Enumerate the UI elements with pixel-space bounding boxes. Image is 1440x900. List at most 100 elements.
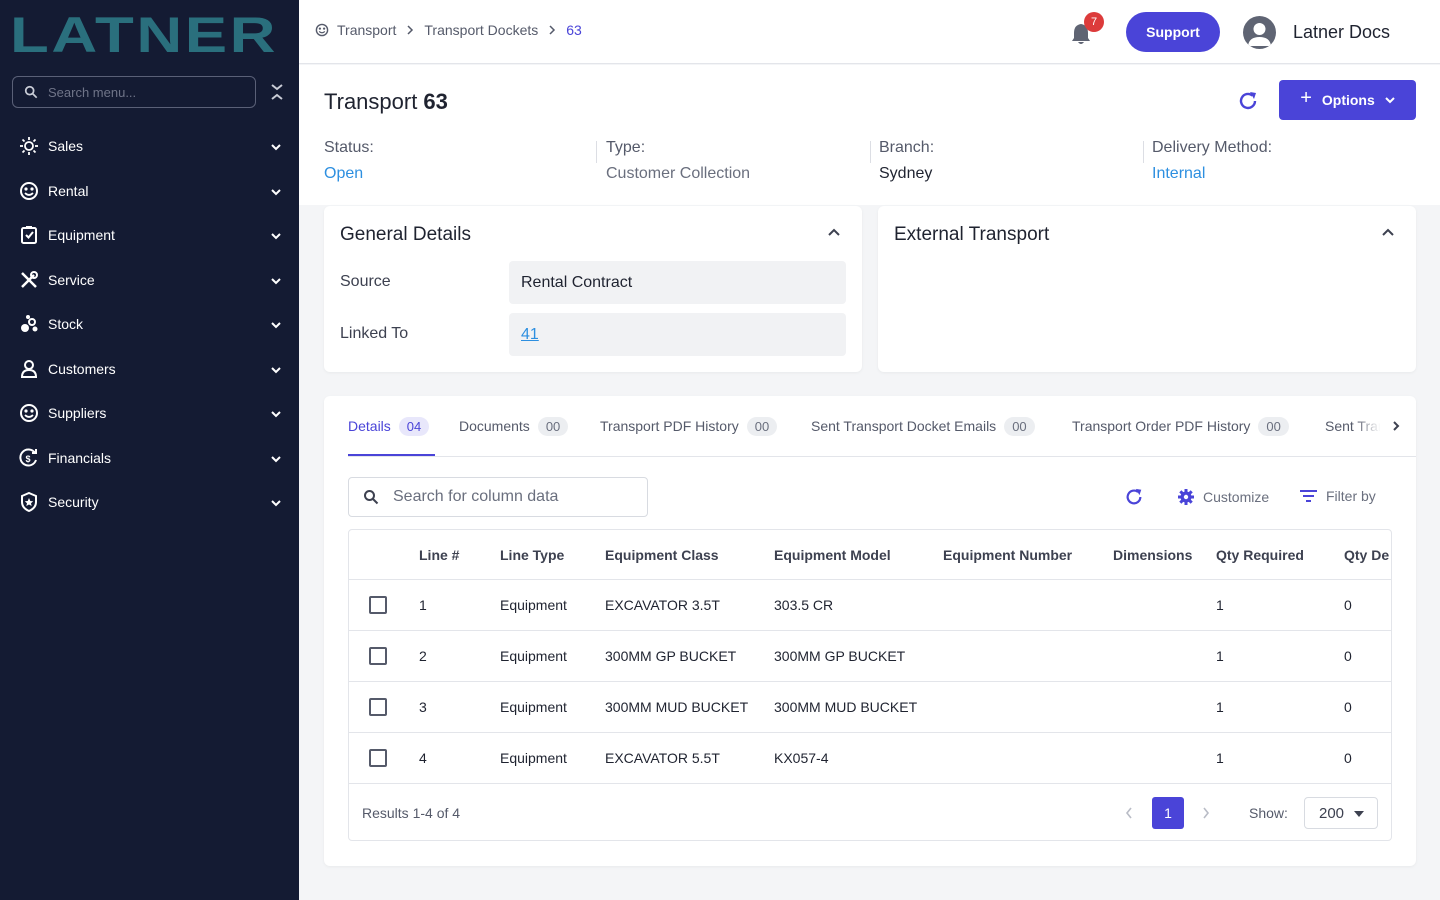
tab-transport-pdf-history[interactable]: Transport PDF History 00 [600, 416, 778, 436]
sidebar-item-label: Sales [48, 138, 84, 155]
filter-label: Filter by [1326, 488, 1376, 504]
row-checkbox[interactable] [369, 749, 387, 767]
column-header[interactable]: Equipment Number [943, 547, 1072, 563]
equipment-icon [18, 224, 40, 246]
tab-label: Transport PDF History [600, 418, 739, 434]
rental-icon [18, 180, 40, 202]
sidebar-item-service[interactable]: Service [0, 258, 299, 303]
equipment-class-cell: 300MM MUD BUCKET [605, 699, 749, 715]
qty-required-cell: 1 [1216, 699, 1224, 715]
sidebar-item-label: Financials [48, 449, 112, 466]
sidebar-item-financials[interactable]: $ Financials [0, 436, 299, 481]
latner-logo[interactable]: LATNER [10, 10, 280, 56]
sidebar-item-suppliers[interactable]: Suppliers [0, 391, 299, 436]
chevron-down-icon [271, 188, 281, 195]
tab-details[interactable]: Details 04 [348, 416, 430, 436]
sidebar-item-customers[interactable]: Customers [0, 347, 299, 392]
qty-required-cell: 1 [1216, 648, 1224, 664]
sidebar-item-stock[interactable]: Stock [0, 302, 299, 347]
table-footer: Results 1-4 of 4 1 Show: 200 [349, 785, 1391, 840]
sidebar-item-equipment[interactable]: Equipment [0, 213, 299, 258]
chevron-down-icon [271, 366, 281, 373]
external-transport-card: External Transport [878, 206, 1416, 372]
lines-card: Details 04 Documents 00 Transport PDF Hist… [324, 396, 1416, 866]
breadcrumb-current: 63 [566, 22, 582, 38]
meta-label: Branch: [879, 139, 935, 156]
menu-search-input[interactable]: Search menu... [12, 76, 256, 108]
sidebar-item-security[interactable]: Security [0, 480, 299, 525]
sidebar-item-label: Customers [48, 360, 116, 377]
qty-delivered-cell: 0 [1344, 699, 1352, 715]
card-title: General Details [340, 224, 471, 245]
column-header[interactable]: Qty De [1344, 547, 1389, 563]
row-checkbox[interactable] [369, 647, 387, 665]
chevron-down-icon [1385, 97, 1395, 104]
customize-button[interactable]: Customize [1177, 488, 1269, 506]
column-header[interactable]: Qty Required [1216, 547, 1304, 563]
page-size-select[interactable]: 200 [1304, 797, 1378, 829]
chevron-up-icon[interactable] [1381, 227, 1395, 237]
chevron-up-icon[interactable] [827, 227, 841, 237]
active-tab-indicator [348, 454, 435, 456]
column-header[interactable]: Equipment Model [774, 547, 891, 563]
breadcrumb-transport[interactable]: Transport [337, 22, 396, 38]
tab-label: Documents [459, 418, 530, 434]
meta-label: Status: [324, 139, 374, 156]
sidebar-item-rental[interactable]: Rental [0, 169, 299, 214]
support-button[interactable]: Support [1126, 12, 1220, 52]
user-name[interactable]: Latner Docs [1293, 22, 1390, 43]
meta-divider [1143, 141, 1144, 163]
table-row[interactable]: 1 Equipment EXCAVATOR 3.5T 303.5 CR 1 0 [349, 580, 1391, 631]
line-type-cell: Equipment [500, 597, 567, 613]
sidebar-item-label: Security [48, 494, 99, 511]
linked-to-field: 41 [509, 313, 846, 356]
tab-label: Transport Order PDF History [1072, 418, 1251, 434]
linked-to-label: Linked To [340, 325, 409, 342]
column-header[interactable]: Line # [419, 547, 459, 563]
table-row[interactable]: 4 Equipment EXCAVATOR 5.5T KX057-4 1 0 [349, 733, 1391, 784]
avatar[interactable] [1243, 16, 1276, 49]
column-header[interactable]: Dimensions [1113, 547, 1192, 563]
transport-icon [315, 23, 329, 37]
line-number-cell: 4 [419, 750, 427, 766]
row-checkbox[interactable] [369, 596, 387, 614]
breadcrumb-transport-dockets[interactable]: Transport Dockets [424, 22, 538, 38]
meta-branch: Branch: Sydney [879, 139, 934, 185]
chevron-down-icon [271, 233, 281, 240]
page-button-current[interactable]: 1 [1152, 797, 1184, 829]
sidebar: LATNER Search menu... Sales Rental Equip… [0, 0, 299, 900]
chevron-right-icon[interactable] [1202, 807, 1210, 819]
filter-by-button[interactable]: Filter by [1300, 488, 1376, 504]
sidebar-item-sales[interactable]: Sales [0, 124, 299, 169]
plus-icon: + [1300, 87, 1312, 109]
line-number-cell: 3 [419, 699, 427, 715]
refresh-icon[interactable] [1237, 90, 1259, 112]
tab-documents[interactable]: Documents 00 [459, 416, 569, 436]
chevron-left-icon[interactable] [1125, 807, 1133, 819]
breadcrumb: Transport Transport Dockets 63 [315, 22, 582, 38]
equipment-class-cell: EXCAVATOR 5.5T [605, 750, 720, 766]
branch-value: Sydney [879, 165, 933, 182]
customize-label: Customize [1203, 489, 1270, 505]
table-row[interactable]: 2 Equipment 300MM GP BUCKET 300MM GP BUC… [349, 631, 1391, 682]
table-row[interactable]: 3 Equipment 300MM MUD BUCKET 300MM MUD B… [349, 682, 1391, 733]
row-checkbox[interactable] [369, 698, 387, 716]
page-header: Transport 63 + Options Status: Open Type:… [299, 65, 1440, 205]
tab-count: 04 [398, 416, 430, 436]
search-icon [364, 490, 379, 505]
chevron-right-icon[interactable] [1391, 420, 1401, 432]
tab-count: 00 [1004, 416, 1035, 436]
table-search-input[interactable]: Search for column data [348, 477, 648, 517]
collapse-sidebar-icon[interactable] [268, 82, 286, 102]
column-header[interactable]: Equipment Class [605, 547, 719, 563]
sidebar-item-label: Service [48, 271, 95, 288]
options-button[interactable]: + Options [1279, 80, 1416, 120]
tab-transport-order-pdf-history[interactable]: Transport Order PDF History 00 [1072, 416, 1289, 436]
column-header[interactable]: Line Type [500, 547, 564, 563]
tab-label: Sent Transport Docket Emails [811, 418, 997, 434]
refresh-icon[interactable] [1124, 487, 1144, 507]
tab-sent-transport-docket-emails[interactable]: Sent Transport Docket Emails 00 [811, 416, 1035, 436]
type-value: Customer Collection [606, 165, 751, 182]
equipment-model-cell: 300MM GP BUCKET [774, 648, 906, 664]
linked-to-link[interactable]: 41 [521, 326, 539, 344]
